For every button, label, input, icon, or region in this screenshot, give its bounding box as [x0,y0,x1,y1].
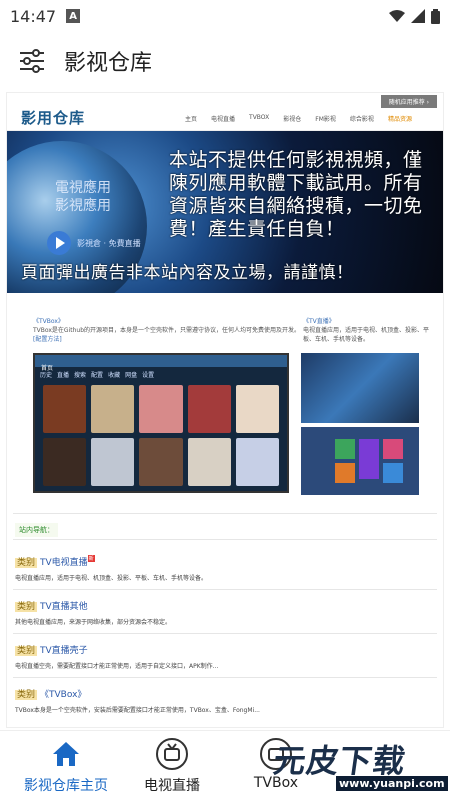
banner-disclaimer: 本站不提供任何影視視頻，僅陳列應用軟體下載試用。所有資源皆來自網絡搜積，一切免費… [169,149,423,240]
poster-image [235,438,279,486]
tile-image [383,463,403,483]
random-app-button[interactable]: 随机应用推荐 › [380,95,437,108]
poster-image [43,438,87,486]
category-title[interactable]: TV直播其他 [40,602,88,612]
quick-nav-label: 站内导航： [15,523,58,537]
hero-banner[interactable]: 電視應用 影視應用 影視倉 · 免費直播 本站不提供任何影視視頻，僅陳列應用軟體… [7,131,443,293]
divider [13,633,437,634]
tile-image [359,439,379,479]
banner-small-title-line: 影視應用 [55,198,111,214]
sliders-icon[interactable] [18,47,46,75]
category-label: 类别 [15,558,38,568]
wifi-icon [389,10,405,22]
nav-link[interactable]: FM影视 [315,114,336,123]
poster-image [235,385,279,433]
poster-image [91,438,135,486]
banner-small-title: 電視應用 影視應用 [55,179,111,215]
category-entry[interactable]: 类别 TV直播壳子 电视直播空壳，需要配置接口才能正常使用，适用于自定义接口，AP… [15,643,435,670]
category-entry[interactable]: 类别 TV直播其他 其他电视直播应用，来源于网络收集，部分资源会不稳定。 [15,599,435,626]
tvbox-screenshot[interactable]: 首页 历史 直播 搜索 配置 收藏 网盘 设置 [33,353,289,493]
nav-label: 影视仓库主页 [24,778,108,794]
category-label: 类别 [15,646,38,656]
webview[interactable]: 影用仓库 主页 电视直播 TVBOX 影视仓 FM影视 综合影视 精品资源 随机… [6,92,444,728]
nav-home[interactable]: 影视仓库主页 [20,737,112,795]
nav-link[interactable]: 影视仓 [283,114,301,123]
site-nav: 主页 电视直播 TVBOX 影视仓 FM影视 综合影视 精品资源 [185,114,412,123]
tvbox-category: 收藏 [108,372,121,379]
category-label: 类别 [15,602,38,612]
intro-tag[interactable]: 《TVBox》 [33,318,64,325]
tvbox-category: 设置 [142,372,155,379]
category-desc: TVBox本身是一个空壳软件，安装后需要配置接口才能正常使用，TVBox、宝盒、… [15,707,260,714]
divider [13,589,437,590]
battery-icon [431,8,440,24]
tvbox-category: 配置 [91,372,104,379]
config-link[interactable]: [配置方法] [33,336,62,343]
video-caption: 影視倉 · 免費直播 [77,239,141,248]
poster-image [139,385,183,433]
category-desc: 电视直播空壳，需要配置接口才能正常使用，适用于自定义接口，APK制作... [15,663,219,670]
category-entry[interactable]: 类别 TV电视直播新 电视直播应用，适用于电视、机顶盒、投影、平板、车机、手机等设… [15,555,435,582]
tv-icon [155,737,189,771]
intro-text: TVBox是在Github的开源项目，本身是一个空壳软件，只需遵守协议，任何人均… [33,327,301,334]
page-title: 影视仓库 [64,51,153,76]
site-logo[interactable]: 影用仓库 [21,107,85,128]
tile-image [335,463,355,483]
app-bar: 影视仓库 [0,32,450,90]
status-icons [389,8,440,24]
launcher-screenshot[interactable] [301,427,419,495]
poster-image [91,385,135,433]
tvbox-category: 网盘 [125,372,138,379]
banner-ad-notice: 頁面彈出廣告非本站內容及立場，請謹慎！ [21,263,354,283]
watermark-logo: 元皮下载 www.yuanpi.com [270,736,448,796]
divider [13,677,437,678]
tvbox-category: 历史 [40,372,53,379]
poster-grid [35,382,287,489]
category-title[interactable]: TV直播壳子 [40,646,88,656]
divider [13,513,437,514]
category-entry[interactable]: 类别 《TVBox》 TVBox本身是一个空壳软件，安装后需要配置接口才能正常使用… [15,687,435,714]
site-header: 影用仓库 主页 电视直播 TVBOX 影视仓 FM影视 综合影视 精品资源 随机… [7,93,443,131]
nav-link[interactable]: 综合影视 [350,114,374,123]
nav-link[interactable]: 主页 [185,114,197,123]
category-title[interactable]: 《TVBox》 [40,690,86,700]
intro-text: 电视直播应用，适用于电视、机顶盒、投影、平板、车机、手机等设备。 [303,327,430,343]
poster-image [187,385,231,433]
play-icon[interactable] [47,231,71,255]
status-bar: 14:47 A [0,0,450,32]
nav-tv-live[interactable]: 电视直播 [136,737,208,795]
category-desc: 其他电视直播应用，来源于网络收集，部分资源会不稳定。 [15,619,172,626]
home-icon [49,737,83,771]
tvbox-category: 搜索 [74,372,87,379]
tile-image [335,439,355,459]
category-title[interactable]: TV电视直播 [40,558,88,568]
nav-link[interactable]: TVBOX [249,114,269,123]
divider [13,539,437,540]
status-time: 14:47 [10,6,57,26]
intro-tag[interactable]: 《TV直播》 [303,318,335,325]
tvbox-category: 直播 [57,372,70,379]
intro-tv-live: 《TV直播》 电视直播应用，适用于电视、机顶盒、投影、平板、车机、手机等设备。 [303,317,433,344]
signal-icon [411,9,425,23]
tvbox-header-bar: 首页 [35,355,287,372]
poster-image [139,438,183,486]
nav-link-active[interactable]: 精品资源 [388,114,412,123]
banner-small-title-line: 電視應用 [55,180,111,196]
tvbox-categories: 历史 直播 搜索 配置 收藏 网盘 设置 [35,367,287,382]
category-desc: 电视直播应用，适用于电视、机顶盒、投影、平板、车机、手机等设备。 [15,575,208,582]
nav-link[interactable]: 电视直播 [211,114,235,123]
category-label: 类别 [15,690,38,700]
new-badge: 新 [87,555,95,562]
watermark-url: www.yuanpi.com [336,776,448,791]
news-screenshot[interactable] [301,353,419,423]
nav-label: 电视直播 [144,778,200,794]
poster-image [187,438,231,486]
notification-icon: A [66,9,81,23]
poster-image [43,385,87,433]
tile-image [383,439,403,459]
intro-tvbox: 《TVBox》 TVBox是在Github的开源项目，本身是一个空壳软件，只需遵… [33,317,301,344]
